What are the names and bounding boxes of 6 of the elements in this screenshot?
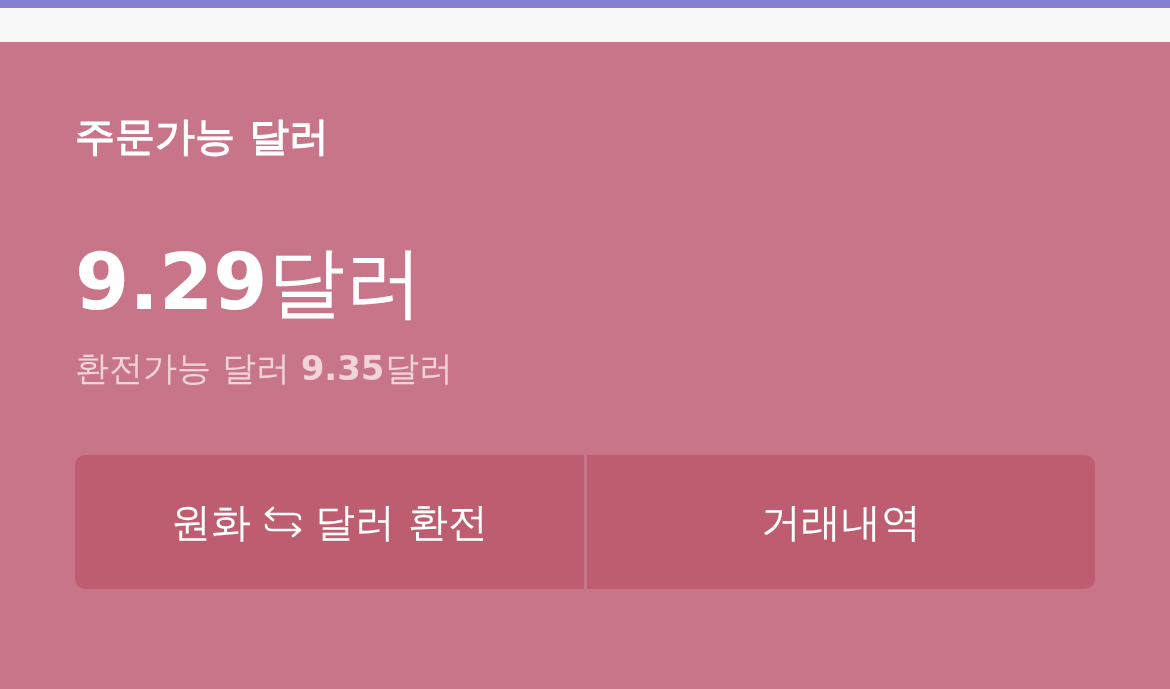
swap-arrows-icon [262,505,303,538]
exchange-button[interactable]: 원화 달러 환전 [75,454,584,589]
exchangeable-amount: 환전가능 달러 9.35달러 [75,347,454,389]
balance-title: 주문가능 달러 [75,112,330,160]
balance-amount: 9.29달러 [75,240,425,326]
history-button[interactable]: 거래내역 [586,454,1095,589]
